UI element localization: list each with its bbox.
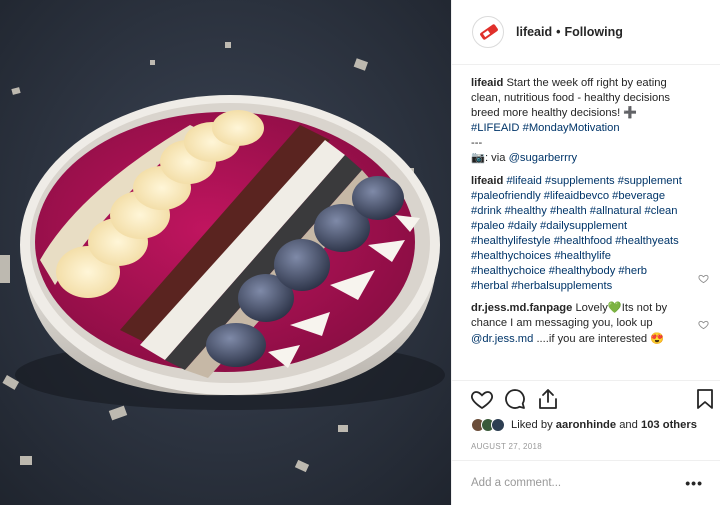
likes-summary[interactable]: Liked by aaronhinde and 103 others: [471, 416, 697, 434]
likes-user[interactable]: aaronhinde: [556, 419, 616, 431]
bookmark-icon[interactable]: [693, 387, 717, 411]
heart-icon[interactable]: [470, 387, 494, 411]
comment-like-heart-icon[interactable]: [698, 319, 709, 330]
liker-avatar: [491, 418, 505, 432]
comment-like-heart-icon[interactable]: [698, 273, 709, 284]
add-comment-bar: •••: [452, 460, 720, 505]
header-username[interactable]: lifeaid: [516, 25, 552, 39]
more-options-icon[interactable]: •••: [685, 475, 703, 491]
post-header: lifeaid • Following: [452, 0, 720, 65]
post-date[interactable]: AUGUST 27, 2018: [471, 442, 542, 451]
comment-username[interactable]: lifeaid: [471, 175, 503, 187]
likes-prefix: Liked by: [511, 419, 553, 431]
caption-hashtags[interactable]: #LIFEAID #MondayMotivation: [471, 122, 620, 134]
comment-icon[interactable]: [503, 387, 527, 411]
comment-item: lifeaid #lifeaid #supplements #supplemen…: [471, 174, 709, 295]
green-heart-emoji: 💚: [607, 302, 622, 315]
comment-text-end: ....if you are interested 😍: [536, 332, 665, 345]
likes-middle: and: [619, 419, 638, 431]
header-separator: •: [556, 25, 561, 39]
comment-text: Lovely: [575, 302, 608, 315]
avatar[interactable]: [472, 16, 504, 48]
comments-list[interactable]: lifeaid Start the week off right by eati…: [452, 70, 720, 380]
post-panel: lifeaid • Following lifeaid Start the we…: [451, 0, 720, 505]
smoothie-bowl-image: [0, 0, 451, 505]
via-label: : via: [484, 152, 506, 165]
likes-others[interactable]: 103 others: [641, 419, 697, 431]
post-photo[interactable]: [0, 0, 451, 505]
comment-mention[interactable]: @dr.jess.md: [471, 333, 533, 345]
comment-item: dr.jess.md.fanpage Lovely💚Its not by cha…: [471, 301, 709, 346]
caption-via: 📷: via @sugarberrry: [471, 151, 685, 166]
comment-username[interactable]: dr.jess.md.fanpage: [471, 302, 572, 314]
add-comment-input[interactable]: [471, 477, 686, 489]
action-bar: [452, 380, 720, 418]
likes-text: Liked by aaronhinde and 103 others: [511, 419, 697, 431]
camera-icon: 📷: [471, 152, 485, 165]
caption-divider: ---: [471, 137, 483, 150]
follow-button[interactable]: Following: [565, 25, 623, 39]
caption-username[interactable]: lifeaid: [471, 77, 503, 89]
via-mention[interactable]: @sugarberrry: [509, 152, 578, 164]
caption: lifeaid Start the week off right by eati…: [471, 76, 685, 167]
comment-hashtags[interactable]: #lifeaid #supplements #supplement #paleo…: [471, 175, 682, 293]
share-icon[interactable]: [536, 387, 560, 411]
lifeaid-logo-icon: [480, 24, 498, 40]
